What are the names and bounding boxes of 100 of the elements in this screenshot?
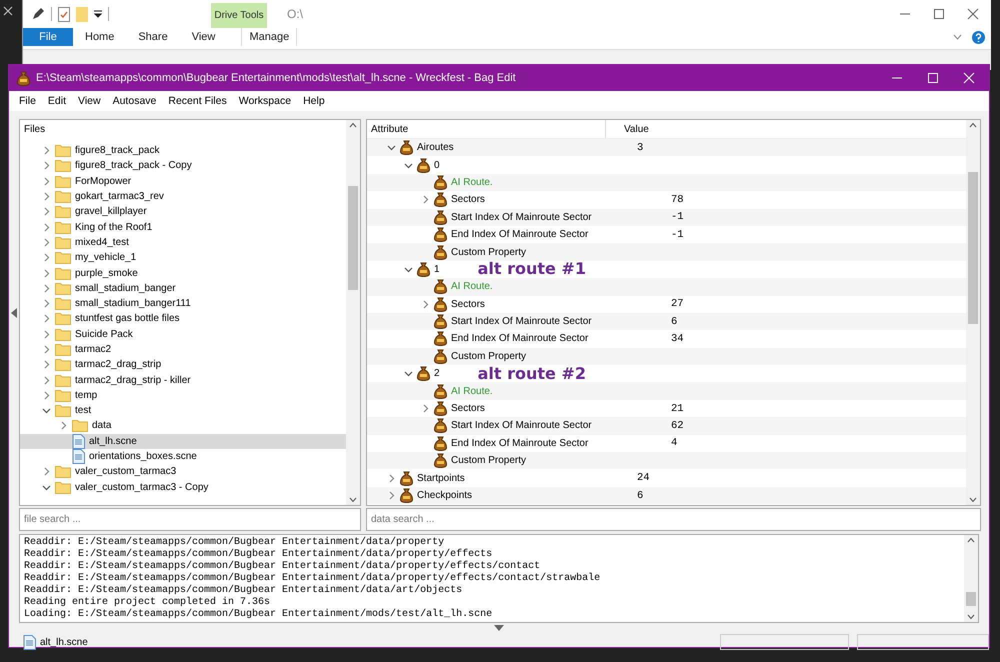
menu-item[interactable]: Workspace: [232, 95, 298, 107]
tree-item[interactable]: small_stadium_banger: [20, 280, 346, 296]
path-text: O:\: [287, 7, 304, 21]
attribute-name[interactable]: 2: [434, 368, 440, 380]
tree-item[interactable]: my_vehicle_1: [20, 250, 346, 266]
folder-icon: [55, 328, 71, 341]
menu-item[interactable]: File: [13, 95, 42, 107]
chevron-down-icon[interactable]: [404, 369, 413, 378]
attribute-name[interactable]: Start Index Of Mainroute Sector: [451, 316, 592, 328]
chevron-right-icon[interactable]: [421, 300, 430, 309]
menu-item[interactable]: View: [72, 95, 107, 107]
attribute-name[interactable]: Custom Property: [451, 350, 526, 362]
tree-item[interactable]: valer_custom_tarmac3: [20, 464, 346, 480]
log-line: Readdir: E:/Steam/steamapps/common/Bugbear Entertainment/data/art/objects: [24, 585, 464, 596]
menu-item[interactable]: Edit: [42, 95, 72, 107]
tree-item[interactable]: Suicide Pack: [20, 326, 346, 342]
maximize-icon[interactable]: [933, 8, 945, 20]
attribute-name[interactable]: 0: [434, 160, 440, 171]
attribute-name[interactable]: End Index Of Mainroute Sector: [451, 229, 588, 240]
search-field[interactable]: data search ...: [366, 508, 981, 531]
search-field[interactable]: file search ...: [19, 508, 361, 531]
tree-item[interactable]: figure8_track_pack - Copy: [20, 158, 346, 174]
tree-item[interactable]: tarmac2_drag_strip: [20, 357, 346, 372]
checklist-icon[interactable]: [58, 6, 70, 22]
close-icon[interactable]: [3, 6, 13, 16]
chevron-down-icon[interactable]: [953, 34, 962, 40]
attribute-name[interactable]: End Index Of Mainroute Sector: [451, 438, 588, 449]
pen-icon[interactable]: [31, 7, 45, 21]
attribute-name[interactable]: Sectors: [451, 194, 485, 206]
attribute-name[interactable]: Start Index Of Mainroute Sector: [451, 212, 592, 223]
menu-item[interactable]: Recent Files: [162, 95, 233, 107]
tree-item[interactable]: ForMopower: [20, 174, 346, 189]
scrollbar[interactable]: [966, 120, 980, 505]
tree-item[interactable]: temp: [20, 388, 346, 404]
tree-item[interactable]: stuntfest gas bottle files: [20, 311, 346, 327]
chevron-right-icon[interactable]: [421, 404, 430, 414]
scrollbar[interactable]: [346, 120, 360, 505]
tree-item[interactable]: data: [20, 418, 346, 434]
attribute-name[interactable]: Startpoints: [417, 472, 465, 484]
attribute-name[interactable]: Custom Property: [451, 246, 526, 258]
attribute-name[interactable]: Sectors: [451, 403, 485, 414]
chevron-right-icon[interactable]: [42, 467, 51, 476]
tree-item[interactable]: mixed4_test: [20, 234, 346, 250]
tree-item[interactable]: figure8_track_pack: [20, 143, 346, 158]
folder-icon: [55, 282, 71, 295]
tree-item[interactable]: gokart_tarmac3_rev: [20, 188, 346, 204]
tree-item[interactable]: gravel_killplayer: [20, 204, 346, 220]
ribbon-tab[interactable]: View: [180, 28, 228, 46]
chevron-right-icon[interactable]: [59, 421, 68, 430]
attribute-name[interactable]: Custom Property: [451, 455, 526, 466]
chevron-down-icon[interactable]: [42, 406, 51, 416]
help-icon[interactable]: [972, 30, 985, 44]
folder-icon: [55, 297, 71, 310]
attribute-value: 4: [671, 437, 678, 450]
sack-icon: [434, 279, 447, 294]
attribute-name[interactable]: Sectors: [451, 298, 485, 310]
sack-icon: [400, 140, 413, 156]
dropdown-icon[interactable]: [94, 10, 102, 18]
menu-item[interactable]: Help: [297, 95, 331, 107]
attribute-name[interactable]: 1: [434, 264, 440, 275]
sack-icon: [400, 488, 413, 503]
menu-item[interactable]: Autosave: [106, 95, 162, 107]
sack-icon: [434, 453, 447, 468]
tree-item[interactable]: alt_lh.scne: [20, 434, 346, 449]
tree-item[interactable]: King of the Roof1: [20, 219, 346, 235]
tree-item[interactable]: valer_custom_tarmac3 - Copy: [20, 480, 346, 495]
tree-item[interactable]: tarmac2_drag_strip - killer: [20, 372, 346, 388]
tree-item[interactable]: small_stadium_banger111: [20, 296, 346, 312]
scrollbar[interactable]: [964, 535, 978, 622]
close-icon[interactable]: [967, 8, 979, 20]
expand-arrow-icon[interactable]: [494, 625, 504, 631]
tree-item[interactable]: purple_smoke: [20, 265, 346, 281]
chevron-down-icon[interactable]: [404, 264, 413, 274]
collapse-arrow-icon[interactable]: [11, 308, 17, 318]
chevron-down-icon[interactable]: [42, 482, 51, 492]
scroll-down-icon[interactable]: [969, 497, 977, 503]
chevron-right-icon[interactable]: [421, 195, 430, 204]
annotation-text: alt route #1: [478, 261, 586, 278]
ribbon-tab[interactable]: Home: [73, 28, 126, 46]
scroll-down-icon[interactable]: [967, 614, 975, 620]
attribute-value: -1: [671, 228, 684, 241]
attribute-name[interactable]: Checkpoints: [417, 490, 472, 501]
ribbon-tab[interactable]: File: [23, 28, 73, 46]
sack-icon: [434, 192, 447, 208]
sack-icon: [417, 262, 430, 277]
attribute-name[interactable]: End Index Of Mainroute Sector: [451, 333, 588, 344]
scroll-down-icon[interactable]: [349, 497, 357, 503]
scroll-up-icon[interactable]: [969, 122, 977, 128]
scroll-up-icon[interactable]: [967, 537, 975, 543]
attribute-name[interactable]: Airoutes: [417, 142, 454, 154]
tree-item[interactable]: orientations_boxes.scne: [20, 448, 346, 464]
scroll-up-icon[interactable]: [349, 122, 357, 128]
scroll-thumb[interactable]: [968, 172, 978, 324]
tree-item[interactable]: test: [20, 403, 346, 418]
attribute-name[interactable]: Start Index Of Mainroute Sector: [451, 420, 592, 432]
ribbon-tab[interactable]: Manage: [241, 28, 298, 46]
scroll-thumb[interactable]: [348, 186, 358, 290]
scroll-thumb[interactable]: [966, 592, 976, 606]
tree-item[interactable]: tarmac2: [20, 342, 346, 358]
ribbon-tab[interactable]: Share: [126, 28, 180, 46]
